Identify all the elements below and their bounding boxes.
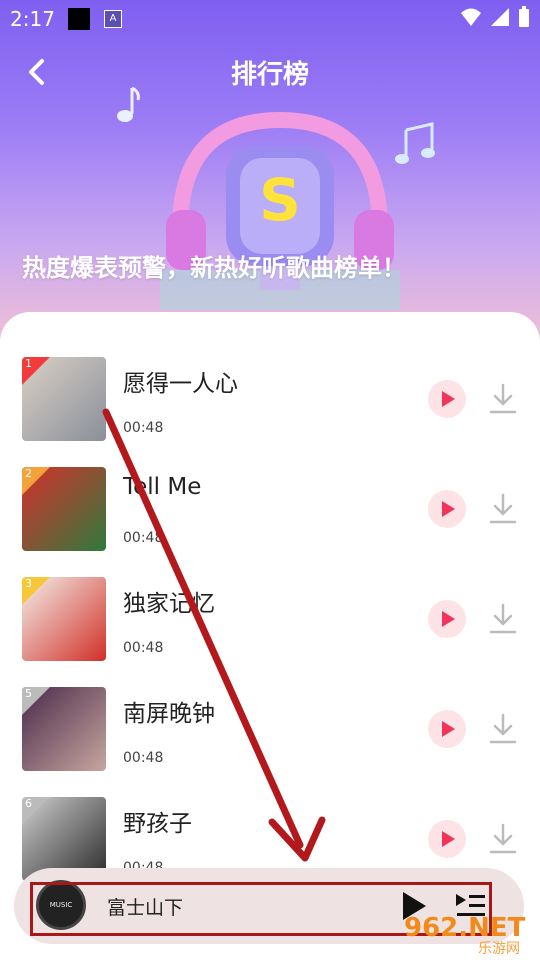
page-title: 排行榜 <box>230 60 309 90</box>
play-icon <box>442 721 455 737</box>
music-note-icon <box>117 86 140 122</box>
rank-number: 5 <box>25 687 32 700</box>
song-title[interactable]: 愿得一人心 <box>123 364 238 398</box>
rank-number: 3 <box>25 577 32 590</box>
wifi-icon <box>461 8 481 26</box>
watermark-logo: 962.NET 乐游网 <box>404 913 526 956</box>
download-icon[interactable] <box>488 712 518 746</box>
song-row[interactable]: 3 独家记忆 00:48 <box>0 532 540 661</box>
svg-text:乐游网: 乐游网 <box>478 941 520 956</box>
status-icons <box>460 6 530 28</box>
song-row[interactable]: 5 南屏晚钟 00:48 <box>0 642 540 771</box>
download-icon[interactable] <box>488 822 518 856</box>
rank-number: 1 <box>25 357 32 370</box>
svg-text:S: S <box>259 166 301 234</box>
play-button[interactable] <box>428 820 466 858</box>
banner-slogan: 热度爆表预警，新热好听歌曲榜单！ <box>22 254 406 282</box>
play-button[interactable] <box>428 600 466 638</box>
header-banner: 2:17 A 排行榜 S 热度爆表预警，新热好听歌曲榜单！ <box>0 0 540 350</box>
song-title[interactable]: 南屏晚钟 <box>123 694 215 728</box>
song-title[interactable]: 野孩子 <box>123 804 192 838</box>
rank-number: 6 <box>25 797 32 810</box>
svg-text:962.NET: 962.NET <box>404 913 526 943</box>
play-icon <box>442 501 455 517</box>
song-row[interactable]: 6 野孩子 00:48 <box>0 752 540 881</box>
status-bar: 2:17 A <box>0 0 540 36</box>
song-title[interactable]: Tell Me <box>123 474 201 500</box>
download-icon[interactable] <box>488 382 518 416</box>
download-icon[interactable] <box>488 602 518 636</box>
song-row[interactable]: 1 愿得一人心 00:48 <box>0 312 540 441</box>
download-icon[interactable] <box>488 492 518 526</box>
rank-number: 2 <box>25 467 32 480</box>
song-title[interactable]: 独家记忆 <box>123 584 215 618</box>
play-icon <box>442 831 455 847</box>
song-row[interactable]: 2 Tell Me 00:48 <box>0 422 540 551</box>
play-button[interactable] <box>428 490 466 528</box>
signal-icon <box>491 8 509 26</box>
battery-icon <box>519 6 529 27</box>
app-notification-icon: A <box>104 10 122 28</box>
status-time: 2:17 <box>10 7 55 31</box>
play-button[interactable] <box>428 380 466 418</box>
notification-icon <box>68 8 90 30</box>
play-icon <box>442 391 455 407</box>
play-button[interactable] <box>428 710 466 748</box>
play-icon <box>442 611 455 627</box>
